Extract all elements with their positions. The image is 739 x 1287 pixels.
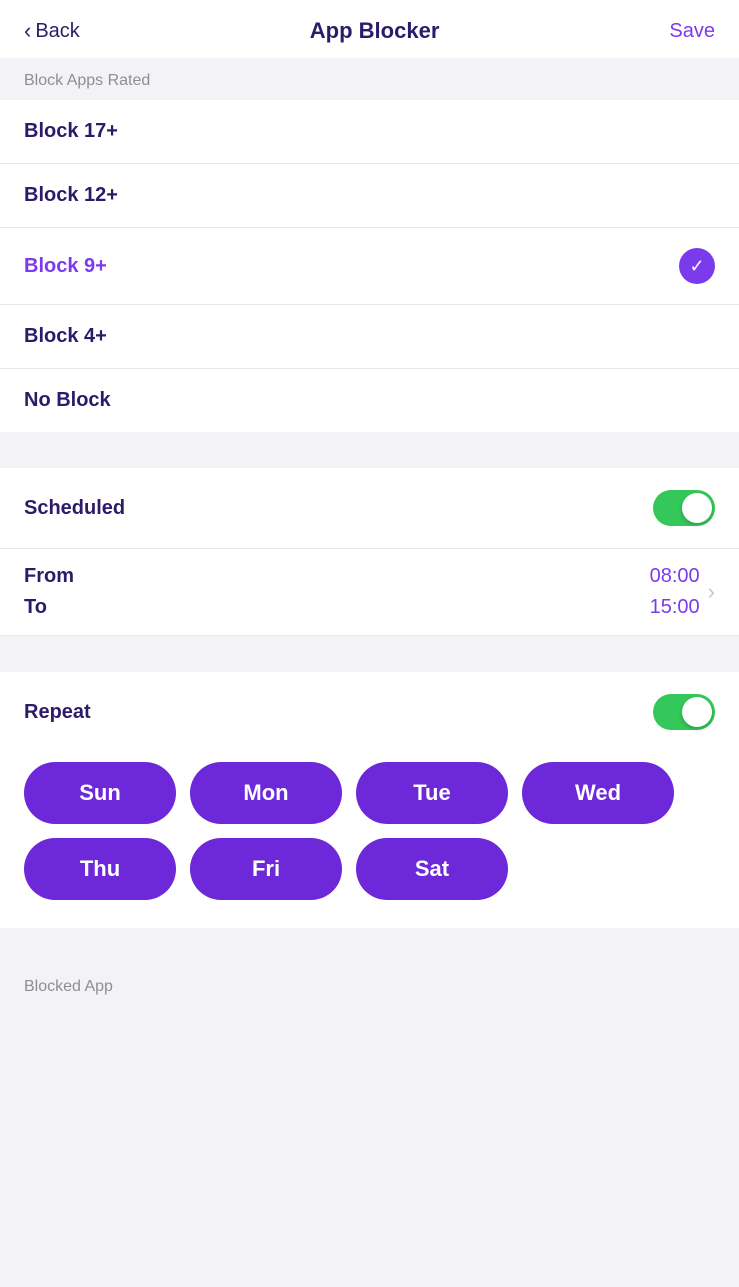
from-label: From [24, 565, 74, 588]
block-apps-section-label: Block Apps Rated [0, 58, 739, 100]
day-thu-button[interactable]: Thu [24, 838, 176, 900]
repeat-label: Repeat [24, 701, 91, 724]
days-grid: Sun Mon Tue Wed Thu Fri Sat [0, 752, 739, 928]
scheduled-toggle-knob [682, 493, 712, 523]
day-mon-button[interactable]: Mon [190, 762, 342, 824]
from-to-row[interactable]: From To 08:00 15:00 › [0, 549, 739, 636]
from-to-chevron-icon: › [708, 579, 715, 605]
section-gap-2 [0, 636, 739, 672]
repeat-section: Repeat Sun Mon Tue Wed Thu Fri Sat [0, 672, 739, 928]
repeat-row: Repeat [0, 672, 739, 752]
section-gap-3 [0, 928, 739, 964]
save-button[interactable]: Save [669, 20, 715, 43]
block12-label: Block 12+ [24, 184, 118, 207]
repeat-toggle-knob [682, 697, 712, 727]
scheduled-toggle[interactable] [653, 490, 715, 526]
day-sun-button[interactable]: Sun [24, 762, 176, 824]
from-time: 08:00 [650, 565, 700, 588]
check-icon: ✓ [679, 248, 715, 284]
from-to-labels: From To [24, 565, 74, 619]
block9-row[interactable]: Block 9+ ✓ [0, 228, 739, 305]
section-gap-1 [0, 432, 739, 468]
day-wed-button[interactable]: Wed [522, 762, 674, 824]
scheduled-label: Scheduled [24, 497, 125, 520]
repeat-toggle[interactable] [653, 694, 715, 730]
no-block-label: No Block [24, 389, 111, 412]
day-sat-button[interactable]: Sat [356, 838, 508, 900]
blocked-app-label: Blocked App [24, 978, 113, 995]
page-title: App Blocker [310, 18, 440, 44]
scheduled-section: Scheduled From To 08:00 15:00 › [0, 468, 739, 636]
block-apps-card: Block 17+ Block 12+ Block 9+ ✓ Block 4+ … [0, 100, 739, 432]
from-to-right: 08:00 15:00 › [650, 565, 715, 619]
from-to-times: 08:00 15:00 [650, 565, 700, 619]
day-tue-button[interactable]: Tue [356, 762, 508, 824]
block4-row[interactable]: Block 4+ [0, 305, 739, 369]
block17-label: Block 17+ [24, 120, 118, 143]
blocked-app-section: Blocked App [0, 964, 739, 1006]
header: ‹ Back App Blocker Save [0, 0, 739, 58]
to-time: 15:00 [650, 596, 700, 619]
block9-label: Block 9+ [24, 255, 107, 278]
block12-row[interactable]: Block 12+ [0, 164, 739, 228]
back-label: Back [35, 20, 79, 43]
block4-label: Block 4+ [24, 325, 107, 348]
block17-row[interactable]: Block 17+ [0, 100, 739, 164]
no-block-row[interactable]: No Block [0, 369, 739, 432]
to-label: To [24, 596, 74, 619]
back-chevron-icon: ‹ [24, 18, 31, 44]
scheduled-row: Scheduled [0, 468, 739, 549]
back-button[interactable]: ‹ Back [24, 18, 80, 44]
day-fri-button[interactable]: Fri [190, 838, 342, 900]
